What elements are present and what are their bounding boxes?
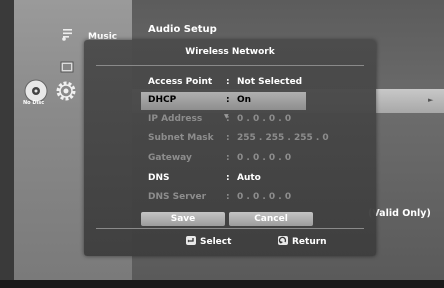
- return-hint: Return: [278, 236, 327, 247]
- dns-server-row: DNS Server : 0 . 0 . 0 . 0: [84, 189, 376, 207]
- row-colon: :: [226, 173, 230, 183]
- photo-icon[interactable]: [60, 61, 74, 73]
- row-value: On: [237, 95, 252, 105]
- row-value: 255 . 255 . 255 . 0: [237, 133, 329, 143]
- row-colon: :: [226, 192, 230, 202]
- save-button[interactable]: Save: [141, 212, 225, 226]
- row-label: DNS: [148, 173, 170, 183]
- row-value: 0 . 0 . 0 . 0: [237, 153, 292, 163]
- row-colon: :: [226, 153, 230, 163]
- enter-key-icon: [186, 236, 196, 245]
- wireless-network-dialog: Wireless Network Access Point : Not Sele…: [84, 40, 376, 256]
- access-point-row[interactable]: Access Point : Not Selected: [84, 74, 376, 92]
- row-label: Subnet Mask: [148, 133, 214, 143]
- dhcp-row[interactable]: DHCP : On: [141, 92, 306, 110]
- select-hint-label: Select: [200, 237, 232, 247]
- valid-only-text: (Valid Only): [368, 208, 431, 219]
- subnet-mask-row: Subnet Mask : 255 . 255 . 255 . 0: [84, 130, 376, 148]
- dns-row[interactable]: DNS : Auto: [84, 170, 376, 188]
- row-label: DHCP: [148, 95, 177, 105]
- select-hint: Select: [186, 236, 231, 247]
- ip-address-row: IP Address : 0 . 0 . 0 . 0: [84, 111, 376, 129]
- row-value: 0 . 0 . 0 . 0: [237, 192, 292, 202]
- screen: ► Music No Disc Audio Setup (Valid Only)…: [0, 0, 444, 288]
- row-label: Access Point: [148, 77, 213, 87]
- no-disc-label: No Disc: [23, 100, 45, 106]
- dialog-title: Wireless Network: [185, 47, 275, 57]
- divider: [96, 65, 364, 66]
- music-note-icon[interactable]: [60, 27, 74, 41]
- section-title: Audio Setup: [148, 24, 217, 35]
- return-key-icon: [278, 236, 288, 245]
- return-hint-label: Return: [292, 237, 327, 247]
- right-arrow-icon: ►: [428, 96, 434, 104]
- gateway-row: Gateway : 0 . 0 . 0 . 0: [84, 150, 376, 168]
- gear-icon[interactable]: [54, 79, 78, 103]
- row-value: 0 . 0 . 0 . 0: [237, 114, 292, 124]
- row-colon: :: [226, 133, 230, 143]
- row-colon: :: [226, 95, 230, 105]
- cancel-button[interactable]: Cancel: [229, 212, 313, 226]
- divider: [96, 228, 364, 229]
- row-label: DNS Server: [148, 192, 207, 202]
- row-value: Not Selected: [237, 77, 303, 87]
- row-label: Gateway: [148, 153, 192, 163]
- row-colon: :: [226, 114, 230, 124]
- row-value: Auto: [237, 173, 261, 183]
- row-label: IP Address: [148, 114, 203, 124]
- left-shade: [0, 0, 14, 288]
- row-colon: :: [226, 77, 230, 87]
- bottom-bar: [0, 280, 444, 288]
